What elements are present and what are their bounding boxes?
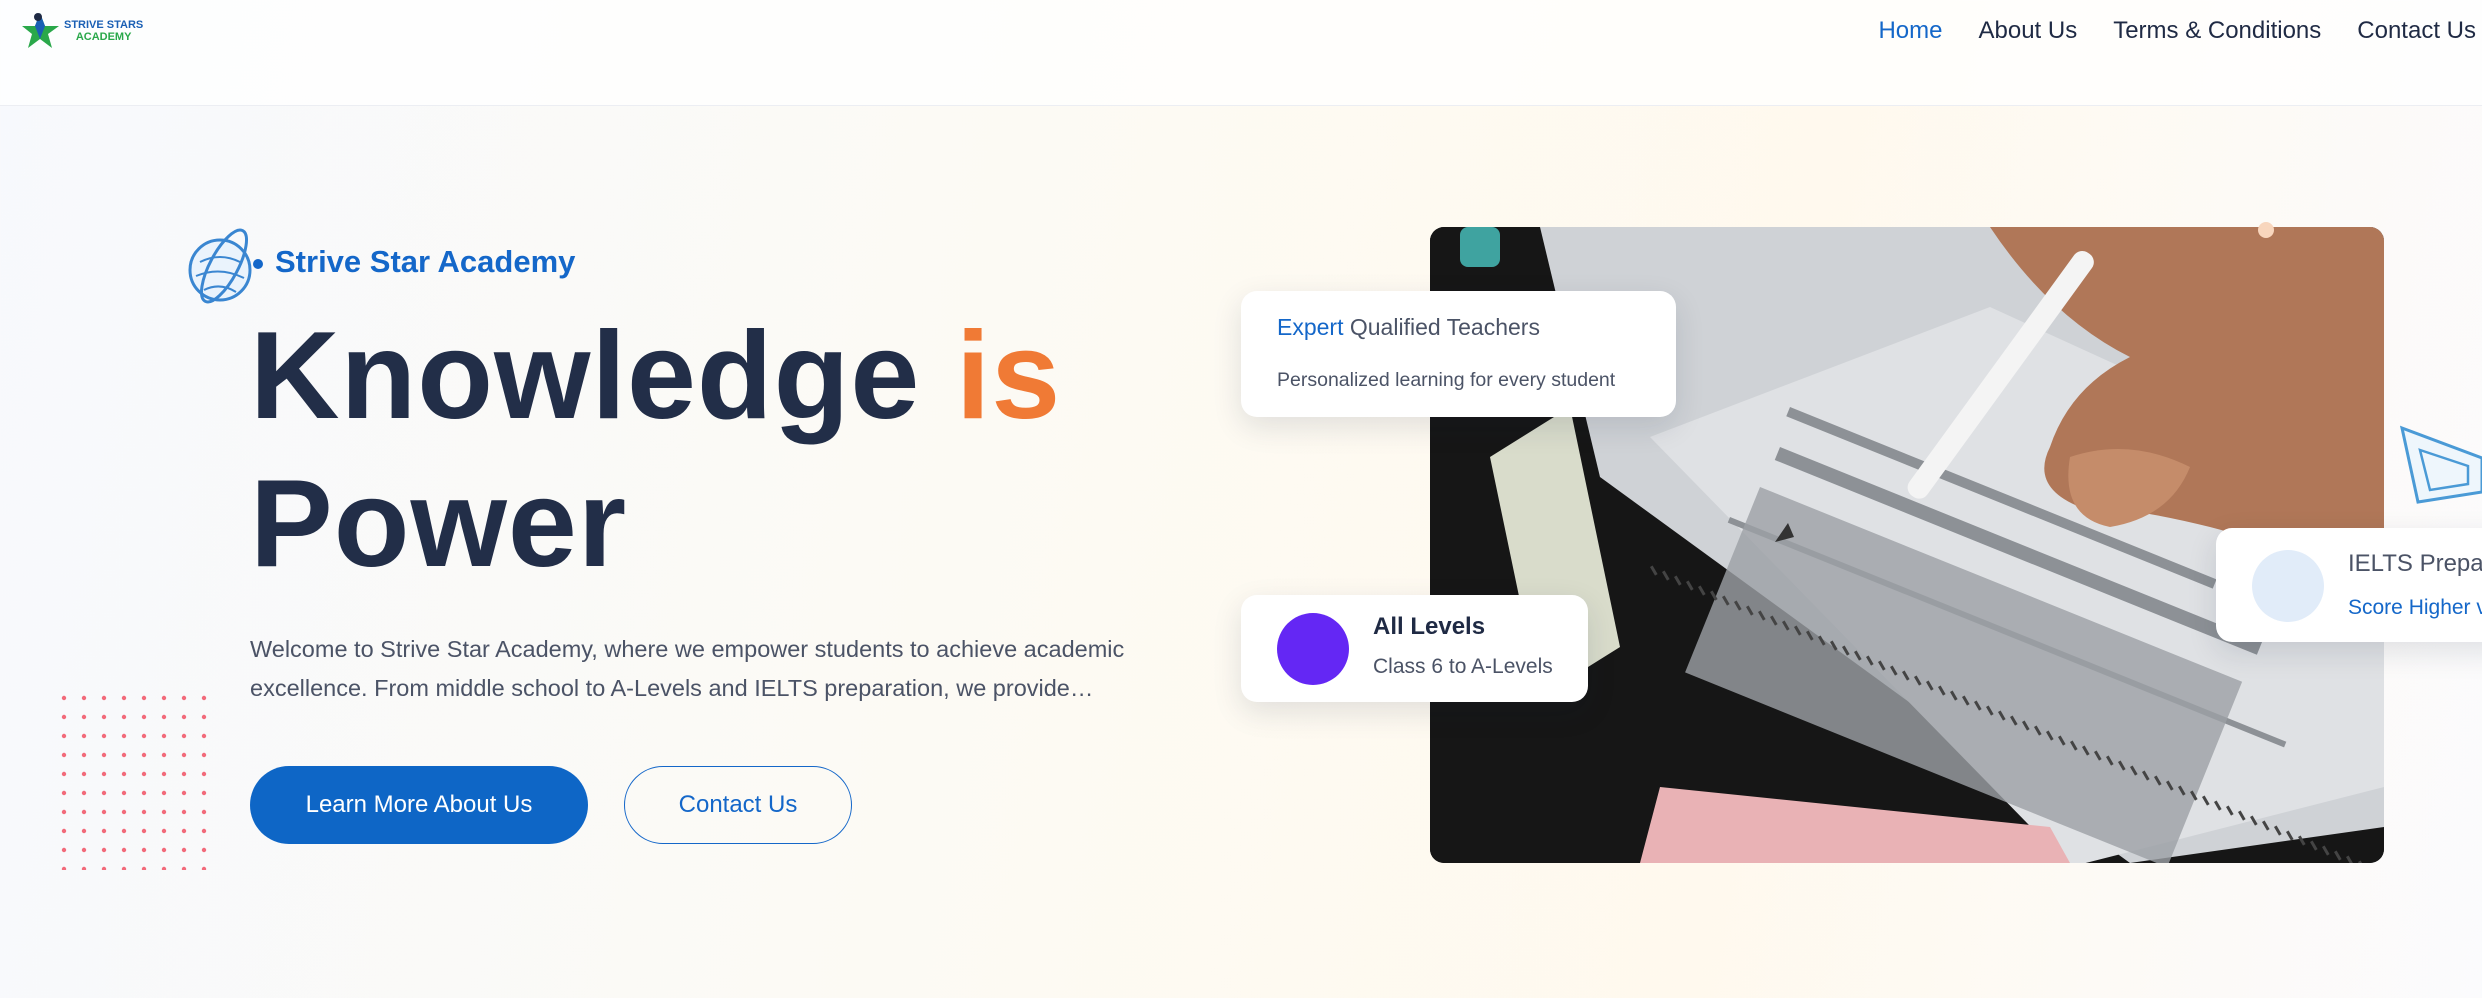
main-nav: Home About Us Terms & Conditions Contact…: [1842, 0, 2476, 62]
ielts-circle-icon: [2252, 550, 2324, 622]
nav-home[interactable]: Home: [1878, 17, 1942, 45]
levels-card-title: All Levels: [1373, 613, 1486, 640]
teachers-card-title: Expert Qualified Teachers: [1277, 314, 1540, 341]
logo[interactable]: STRIVE STARS ACADEMY: [20, 8, 150, 54]
site-header: STRIVE STARS ACADEMY Home About Us Terms…: [0, 0, 2482, 106]
contact-us-button[interactable]: Contact Us: [624, 766, 852, 844]
hero-description: Welcome to Strive Star Academy, where we…: [250, 636, 1125, 701]
nav-about-us[interactable]: About Us: [1978, 17, 2077, 45]
hero-headline: Knowledge is Power: [250, 302, 1061, 598]
planet-icon: [188, 228, 263, 304]
teachers-card-subtitle: Personalized learning for every student: [1277, 369, 1616, 391]
headline-part1: Knowledge: [250, 307, 921, 445]
star-logo-icon: [22, 13, 59, 48]
decorative-dot: [2258, 222, 2274, 238]
set-square-icon: [2399, 425, 2482, 504]
nav-contact-us[interactable]: Contact Us: [2357, 17, 2476, 45]
teachers-card-highlight: Expert: [1277, 314, 1344, 340]
learn-more-button[interactable]: Learn More About Us: [250, 766, 588, 844]
logo-line-1: STRIVE STARS: [64, 19, 144, 31]
teachers-card: Expert Qualified Teachers Personalized l…: [1241, 291, 1676, 417]
levels-card: All Levels Class 6 to A-Levels: [1241, 595, 1588, 702]
hero-eyebrow: Strive Star Academy: [275, 244, 576, 279]
levels-card-subtitle: Class 6 to A-Levels: [1373, 655, 1553, 678]
headline-accent: is: [955, 307, 1062, 445]
nav-terms-conditions[interactable]: Terms & Conditions: [2113, 17, 2321, 45]
ielts-card: IELTS Prepa Score Higher v: [2216, 528, 2482, 642]
headline-part2: Power: [250, 455, 628, 593]
teachers-card-title-text: Qualified Teachers: [1349, 314, 1540, 340]
logo-text: STRIVE STARS ACADEMY: [64, 19, 143, 43]
decorative-dots: [61, 695, 207, 870]
logo-line-2: ACADEMY: [75, 31, 132, 43]
ielts-card-subtitle: Score Higher v: [2348, 596, 2482, 619]
levels-circle-icon: [1277, 613, 1349, 685]
ielts-card-title: IELTS Prepa: [2348, 550, 2482, 577]
